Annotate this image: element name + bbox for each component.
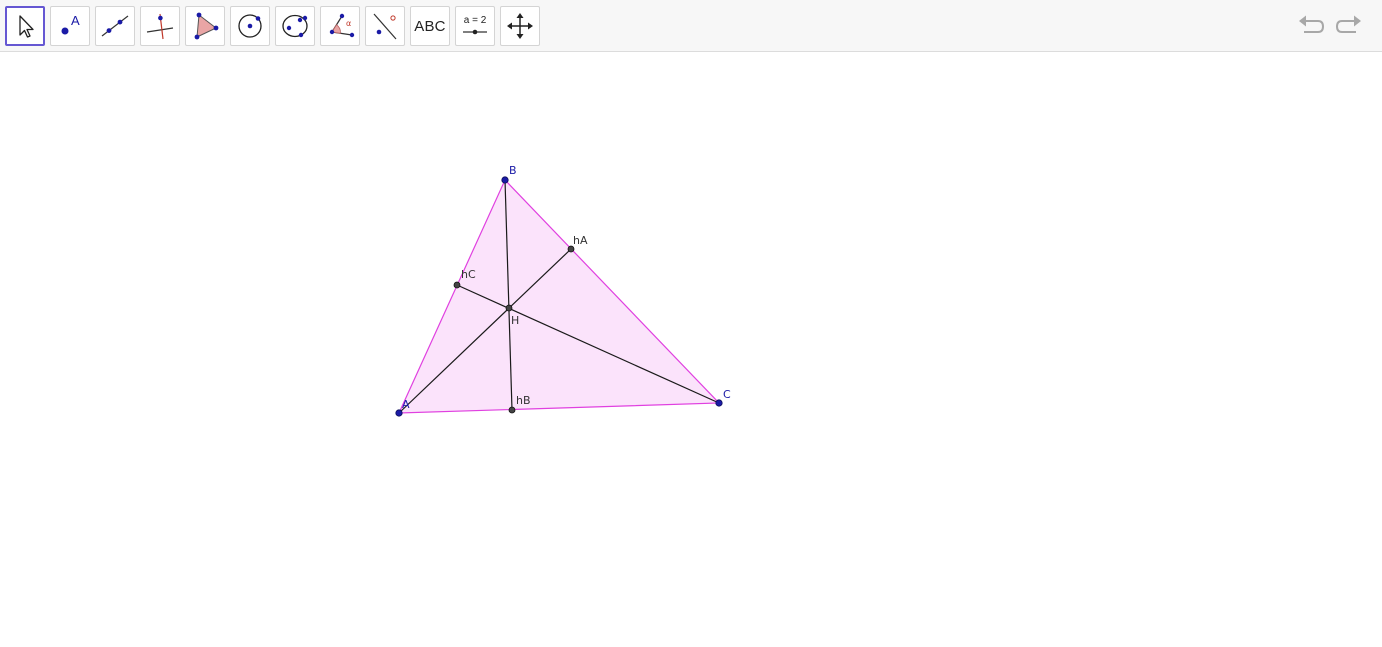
- label-a: A: [402, 398, 410, 411]
- triangle-abc[interactable]: [398, 178, 721, 414]
- vertex-point-c[interactable]: [715, 399, 723, 407]
- perpendicular-line-tool-button[interactable]: [140, 6, 180, 46]
- label-hc: hC: [461, 268, 476, 281]
- slider-tool-button[interactable]: a = 2: [455, 6, 495, 46]
- geogebra-app: A α ABC a = 2 A B C H hA hB hC: [0, 0, 1382, 647]
- reflect-about-line-icon: [373, 13, 397, 40]
- label-c: C: [723, 388, 731, 401]
- point-icon: A: [61, 13, 80, 35]
- ellipse-tool-button[interactable]: [275, 6, 315, 46]
- text-tool-button[interactable]: ABC: [410, 6, 450, 46]
- polygon-tool-button[interactable]: [185, 6, 225, 46]
- orthocenter-point-h[interactable]: [505, 304, 513, 312]
- point-tool-button[interactable]: A: [50, 6, 90, 46]
- perpendicular-line-icon: [146, 13, 174, 40]
- foot-point-hc[interactable]: [453, 281, 461, 289]
- move-arrows-icon: [507, 13, 533, 39]
- label-h: H: [511, 314, 519, 327]
- undo-button[interactable]: [1296, 12, 1326, 40]
- slider-icon: a = 2: [463, 15, 487, 35]
- reflect-tool-button[interactable]: [365, 6, 405, 46]
- ellipse-icon: [282, 14, 308, 38]
- label-b: B: [509, 164, 517, 177]
- cursor-arrow-icon: [19, 15, 34, 38]
- undo-icon: [1299, 15, 1325, 33]
- redo-button[interactable]: [1334, 12, 1364, 40]
- angle-tool-button[interactable]: α: [320, 6, 360, 46]
- move-tool-button[interactable]: [5, 6, 45, 46]
- label-hb: hB: [516, 394, 531, 407]
- angle-tool-label: α: [346, 19, 351, 28]
- toolbar: A α ABC a = 2: [0, 0, 1382, 52]
- vertex-point-b[interactable]: [501, 176, 509, 184]
- line-tool-button[interactable]: [95, 6, 135, 46]
- angle-icon: α: [329, 13, 355, 38]
- graphics-view[interactable]: A B C H hA hB hC: [0, 53, 1382, 647]
- redo-icon: [1335, 15, 1361, 33]
- label-ha: hA: [573, 234, 588, 247]
- text-tool-label: ABC: [414, 17, 446, 35]
- line-through-points-icon: [101, 15, 129, 37]
- polygon-icon: [194, 12, 219, 40]
- slider-tool-label: a = 2: [464, 15, 487, 26]
- foot-point-hb[interactable]: [508, 406, 516, 414]
- construction-svg[interactable]: A B C H hA hB hC: [0, 53, 1382, 647]
- move-graphics-view-tool-button[interactable]: [500, 6, 540, 46]
- circle-center-point-icon: [238, 14, 262, 38]
- point-tool-label: A: [71, 13, 80, 28]
- circle-tool-button[interactable]: [230, 6, 270, 46]
